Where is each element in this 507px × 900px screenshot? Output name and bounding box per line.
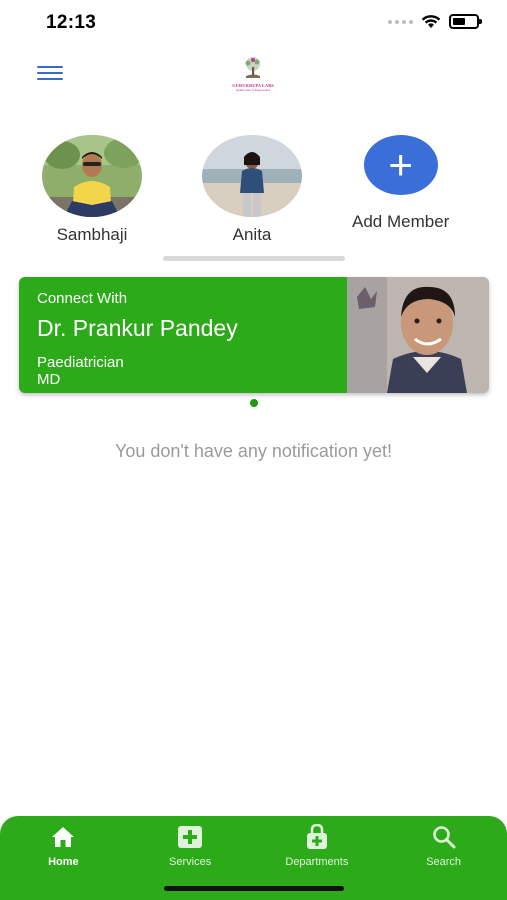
medical-bag-icon bbox=[304, 824, 330, 850]
avatar bbox=[42, 135, 142, 217]
plus-icon[interactable]: + bbox=[363, 135, 438, 195]
doctor-photo bbox=[347, 277, 489, 393]
nav-home[interactable]: Home bbox=[0, 816, 127, 900]
connect-with-label: Connect With bbox=[37, 290, 128, 307]
wifi-icon bbox=[421, 15, 441, 28]
status-time: 12:13 bbox=[46, 12, 97, 33]
battery-icon bbox=[449, 14, 482, 29]
empty-notification-message: You don't have any notification yet! bbox=[115, 441, 392, 461]
horizontal-scroll-indicator bbox=[163, 256, 345, 261]
member-name: Sambhaji bbox=[56, 225, 128, 244]
avatar bbox=[202, 135, 302, 217]
app-logo: GURUKRUPA LABS Health care & Diagnostics bbox=[227, 56, 279, 96]
nav-label: Search bbox=[426, 856, 462, 868]
doctor-card[interactable]: Connect With Dr. Prankur Pandey Paediatr… bbox=[19, 277, 489, 393]
logo-subtitle: Health care & Diagnostics bbox=[235, 88, 271, 92]
member-anita[interactable]: Anita bbox=[202, 135, 302, 245]
home-icon bbox=[50, 824, 76, 850]
search-icon bbox=[431, 824, 457, 850]
tree-logo-icon bbox=[245, 57, 260, 78]
member-sambhaji[interactable]: Sambhaji bbox=[42, 135, 142, 245]
nav-search[interactable]: Search bbox=[380, 816, 507, 900]
nav-label: Home bbox=[48, 856, 79, 868]
status-bar: 12:13 bbox=[0, 0, 507, 46]
doctor-name: Dr. Prankur Pandey bbox=[37, 315, 238, 341]
doctor-card-info: Connect With Dr. Prankur Pandey Paediatr… bbox=[19, 277, 347, 393]
hamburger-menu-icon[interactable] bbox=[37, 66, 63, 84]
carousel-page-dot[interactable] bbox=[250, 399, 258, 407]
doctor-degree: MD bbox=[37, 371, 61, 388]
add-member-button[interactable]: + Add Member bbox=[352, 135, 449, 232]
doctor-speciality: Paediatrician bbox=[37, 354, 124, 371]
doctor-speciality-block: Paediatrician MD bbox=[37, 354, 329, 388]
status-icons bbox=[388, 14, 482, 29]
nav-label: Services bbox=[169, 856, 212, 868]
member-name: Anita bbox=[232, 225, 272, 244]
add-member-label: Add Member bbox=[352, 212, 450, 231]
medical-plus-icon bbox=[177, 824, 203, 850]
cellular-signal-icon bbox=[388, 19, 413, 24]
nav-label: Departments bbox=[285, 856, 349, 868]
home-indicator[interactable] bbox=[164, 886, 344, 891]
